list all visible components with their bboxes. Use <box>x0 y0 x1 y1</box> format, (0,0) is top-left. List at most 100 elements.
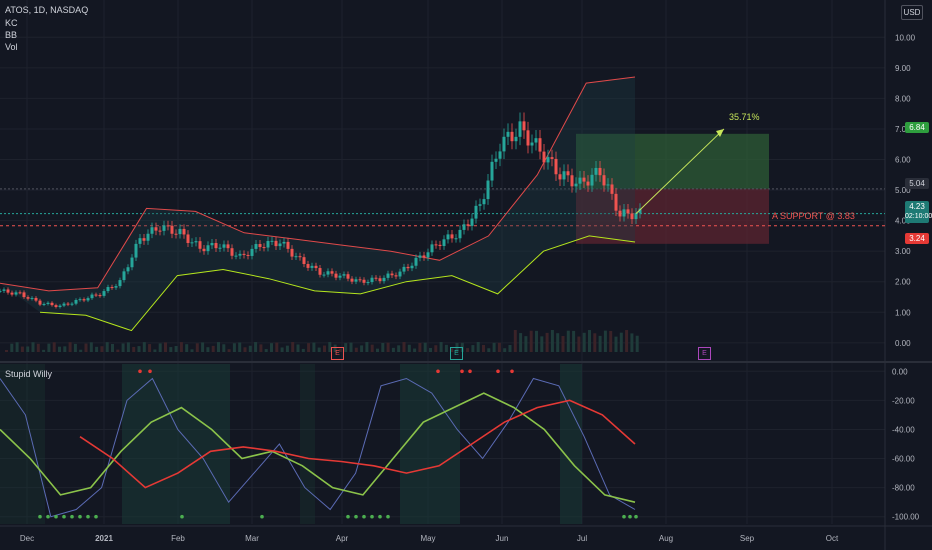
candle-body <box>534 138 538 143</box>
earnings-marker[interactable]: E <box>331 347 344 360</box>
candle-body <box>406 266 410 269</box>
candle-body <box>606 184 610 186</box>
candle-body <box>234 255 238 257</box>
candle-body <box>118 280 122 287</box>
oscillator-title[interactable]: Stupid Willy <box>5 369 52 380</box>
candle-body <box>366 282 370 284</box>
x-tick-label: Sep <box>740 534 755 543</box>
candle-body <box>66 303 70 305</box>
candle-body <box>230 248 234 256</box>
candle-body <box>602 175 606 186</box>
volume-bar <box>95 346 99 352</box>
osc-y-tick-label: -40.00 <box>892 425 915 434</box>
volume-bar <box>312 342 316 352</box>
candle-body <box>466 224 470 226</box>
volume-bar <box>566 330 570 352</box>
candle-body <box>122 271 126 281</box>
x-tick-label: Jul <box>577 534 587 543</box>
currency-button[interactable]: USD <box>901 5 923 20</box>
volume-bar <box>598 335 602 352</box>
candle-body <box>210 243 214 246</box>
volume-bar <box>391 347 395 352</box>
volume-bar <box>185 344 189 352</box>
candle-body <box>242 253 246 255</box>
volume-bar <box>201 342 205 352</box>
volume-bar <box>630 333 634 352</box>
candle-body <box>462 224 466 230</box>
candle-body <box>526 130 530 146</box>
candle-body <box>350 278 354 282</box>
earnings-marker[interactable]: E <box>450 347 463 360</box>
indicator-vol-label[interactable]: Vol <box>5 42 18 53</box>
target-price-tag: 6.84 <box>905 122 929 133</box>
volume-bar <box>31 342 35 352</box>
volume-bar <box>84 343 88 352</box>
candle-body <box>470 218 474 226</box>
volume-bar <box>545 332 549 352</box>
candle-body <box>246 254 250 256</box>
volume-bar <box>270 343 273 352</box>
volume-bar <box>561 336 565 352</box>
volume-bar <box>285 345 289 352</box>
indicator-bb-label[interactable]: BB <box>5 30 17 41</box>
candle-body <box>494 158 498 162</box>
candle-body <box>438 244 442 247</box>
indicator-kc-label[interactable]: KC <box>5 18 18 29</box>
oversold-dot <box>346 514 350 519</box>
candle-body <box>202 248 206 252</box>
candle-body <box>518 121 522 137</box>
volume-bar <box>423 342 427 352</box>
volume-bar <box>625 330 629 352</box>
candle-body <box>142 238 146 241</box>
candle-body <box>566 171 570 176</box>
osc-y-tick-label: -80.00 <box>892 484 915 493</box>
oversold-dot <box>38 514 42 519</box>
candle-body <box>486 180 490 200</box>
overbought-dot <box>138 369 142 374</box>
volume-bar <box>179 342 183 352</box>
volume-bar <box>126 342 130 352</box>
volume-bar <box>434 345 438 352</box>
osc-y-tick-label: 0.00 <box>892 367 908 376</box>
candle-body <box>62 303 66 306</box>
earnings-marker[interactable]: E <box>698 347 711 360</box>
volume-bar <box>10 343 14 352</box>
volume-bar <box>206 347 210 352</box>
candle-body <box>266 240 270 248</box>
candle-body <box>390 273 394 276</box>
volume-bar <box>259 344 263 352</box>
candle-body <box>130 257 134 268</box>
candle-body <box>154 227 158 231</box>
candle-body <box>358 279 362 281</box>
candle-body <box>610 184 614 194</box>
last-price-value: 4.23 <box>909 202 925 211</box>
chart-canvas[interactable]: 10.009.008.007.006.005.004.003.002.001.0… <box>0 0 932 550</box>
volume-bar <box>164 342 167 352</box>
oversold-dot <box>362 514 366 519</box>
volume-bar <box>100 346 104 352</box>
candle-body <box>554 158 558 175</box>
candle-body <box>54 305 58 308</box>
candle-body <box>570 175 574 187</box>
volume-bar <box>365 342 369 352</box>
volume-bar <box>15 342 19 352</box>
candle-body <box>46 302 50 304</box>
oscillator-zone <box>300 364 315 524</box>
volume-bar <box>105 342 109 352</box>
volume-bar <box>243 347 247 352</box>
volume-bar <box>68 342 72 352</box>
volume-bar <box>58 346 61 352</box>
candle-body <box>102 291 106 296</box>
candle-body <box>238 253 242 256</box>
volume-bar <box>593 333 597 352</box>
candle-body <box>86 298 90 301</box>
gain-label: 35.71% <box>729 112 760 122</box>
candle-body <box>190 242 194 244</box>
volume-bar <box>227 349 231 352</box>
volume-bar <box>42 349 46 352</box>
candle-body <box>478 204 482 206</box>
candle-body <box>386 273 390 278</box>
x-tick-label: Feb <box>171 534 185 543</box>
volume-bar <box>497 342 501 352</box>
candle-body <box>514 136 518 142</box>
